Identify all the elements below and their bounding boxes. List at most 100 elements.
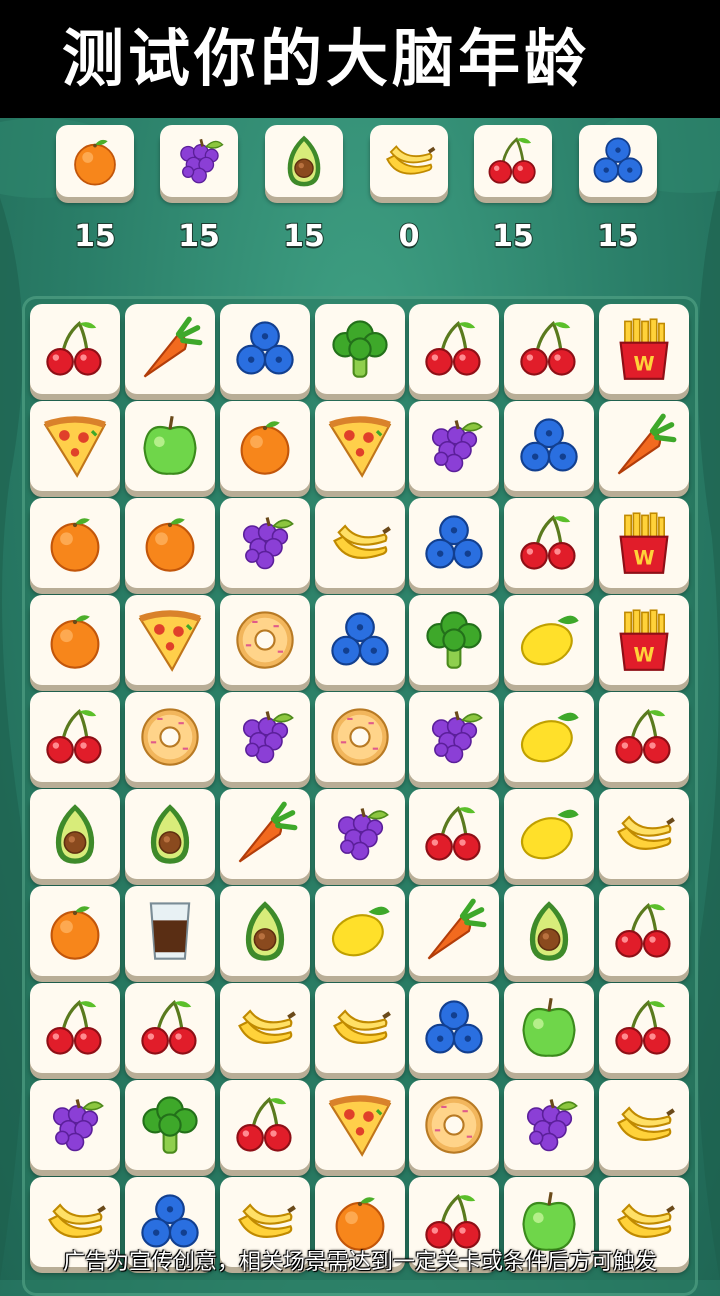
board-tile-grapes[interactable] [315, 789, 405, 879]
fries-icon [610, 606, 678, 674]
board-tile-cherry[interactable] [30, 983, 120, 1073]
board-tile-blueberry[interactable] [409, 498, 499, 588]
board-tile-broccoli[interactable] [409, 595, 499, 685]
banana-icon [41, 1188, 109, 1256]
board-tile-drink[interactable] [125, 886, 215, 976]
board-tile-carrot[interactable] [220, 789, 310, 879]
drink-icon [136, 897, 204, 965]
board-tile-pizza[interactable] [125, 595, 215, 685]
board-tile-orange[interactable] [220, 401, 310, 491]
board-tile-cherry[interactable] [504, 498, 594, 588]
target-grapes: 15 [160, 125, 242, 255]
board-tile-banana[interactable] [599, 1080, 689, 1170]
board-tile-cherry[interactable] [599, 692, 689, 782]
orange-icon [231, 412, 299, 480]
board-tile-donut[interactable] [125, 692, 215, 782]
board-tile-cherry[interactable] [599, 983, 689, 1073]
board-tile-carrot[interactable] [125, 304, 215, 394]
board-tile-cherry[interactable] [599, 886, 689, 976]
board-tile-broccoli[interactable] [315, 304, 405, 394]
board-tile-grapes[interactable] [220, 692, 310, 782]
lemon-icon [515, 800, 583, 868]
board-tile-lemon[interactable] [504, 789, 594, 879]
blueberry-icon [326, 606, 394, 674]
board-tile-blueberry[interactable] [315, 595, 405, 685]
board-tile-grapes[interactable] [409, 692, 499, 782]
apple-icon [515, 994, 583, 1062]
board-tile-orange[interactable] [30, 498, 120, 588]
lemon-icon [326, 897, 394, 965]
board-tile-grapes[interactable] [220, 498, 310, 588]
cherry-icon [515, 315, 583, 383]
board-tile-cherry[interactable] [125, 983, 215, 1073]
board-tile-grapes[interactable] [409, 401, 499, 491]
apple-icon [515, 1188, 583, 1256]
board-tile-fries[interactable] [599, 304, 689, 394]
board-tile-fries[interactable] [599, 595, 689, 685]
board-tile-avocado[interactable] [125, 789, 215, 879]
board-tile-avocado[interactable] [30, 789, 120, 879]
board-tile-lemon[interactable] [504, 692, 594, 782]
target-tile [265, 125, 343, 197]
lemon-icon [515, 703, 583, 771]
board-tile-cherry[interactable] [30, 304, 120, 394]
board-tile-banana[interactable] [220, 983, 310, 1073]
board-tile-blueberry[interactable] [504, 401, 594, 491]
cherry-icon [610, 897, 678, 965]
board-tile-pizza[interactable] [315, 401, 405, 491]
pizza-icon [41, 412, 109, 480]
board-tile-orange[interactable] [125, 498, 215, 588]
board-tile-lemon[interactable] [504, 595, 594, 685]
board-tile-pizza[interactable] [315, 1080, 405, 1170]
broccoli-icon [136, 1091, 204, 1159]
board-tile-pizza[interactable] [30, 401, 120, 491]
board-tile-carrot[interactable] [599, 401, 689, 491]
board-tile-donut[interactable] [220, 595, 310, 685]
avocado-icon [136, 800, 204, 868]
target-tile [579, 125, 657, 197]
board-tile-donut[interactable] [315, 692, 405, 782]
board-tile-cherry[interactable] [409, 789, 499, 879]
cherry-icon [41, 315, 109, 383]
board-tile-avocado[interactable] [220, 886, 310, 976]
board-tile-banana[interactable] [599, 789, 689, 879]
lemon-icon [515, 606, 583, 674]
board-tile-avocado[interactable] [504, 886, 594, 976]
board-tile-broccoli[interactable] [125, 1080, 215, 1170]
board-tile-orange[interactable] [30, 595, 120, 685]
board-tile-fries[interactable] [599, 498, 689, 588]
board-tile-donut[interactable] [409, 1080, 499, 1170]
board-tile-orange[interactable] [30, 886, 120, 976]
banana-icon [610, 1091, 678, 1159]
board-tile-grapes[interactable] [504, 1080, 594, 1170]
board-tile-cherry[interactable] [409, 304, 499, 394]
pizza-icon [326, 1091, 394, 1159]
board-tile-apple[interactable] [504, 983, 594, 1073]
board-tile-blueberry[interactable] [220, 304, 310, 394]
grapes-icon [326, 800, 394, 868]
donut-icon [231, 606, 299, 674]
board-tile-carrot[interactable] [409, 886, 499, 976]
board-tile-lemon[interactable] [315, 886, 405, 976]
board-tile-apple[interactable] [125, 401, 215, 491]
grapes-icon [420, 703, 488, 771]
banana-icon [380, 132, 438, 190]
cherry-icon [610, 703, 678, 771]
board-tile-cherry[interactable] [220, 1080, 310, 1170]
board-tile-cherry[interactable] [504, 304, 594, 394]
banana-icon [326, 509, 394, 577]
target-tile [160, 125, 238, 197]
board-tile-blueberry[interactable] [409, 983, 499, 1073]
orange-icon [136, 509, 204, 577]
page-title: 测试你的大脑年龄 [0, 0, 720, 118]
board-tile-cherry[interactable] [30, 692, 120, 782]
board-tile-grapes[interactable] [30, 1080, 120, 1170]
target-cherry: 15 [474, 125, 556, 255]
grapes-icon [41, 1091, 109, 1159]
broccoli-icon [420, 606, 488, 674]
game-board [22, 296, 698, 1296]
target-count: 15 [596, 218, 640, 255]
board-tile-banana[interactable] [315, 983, 405, 1073]
board-tile-banana[interactable] [315, 498, 405, 588]
orange-icon [41, 606, 109, 674]
